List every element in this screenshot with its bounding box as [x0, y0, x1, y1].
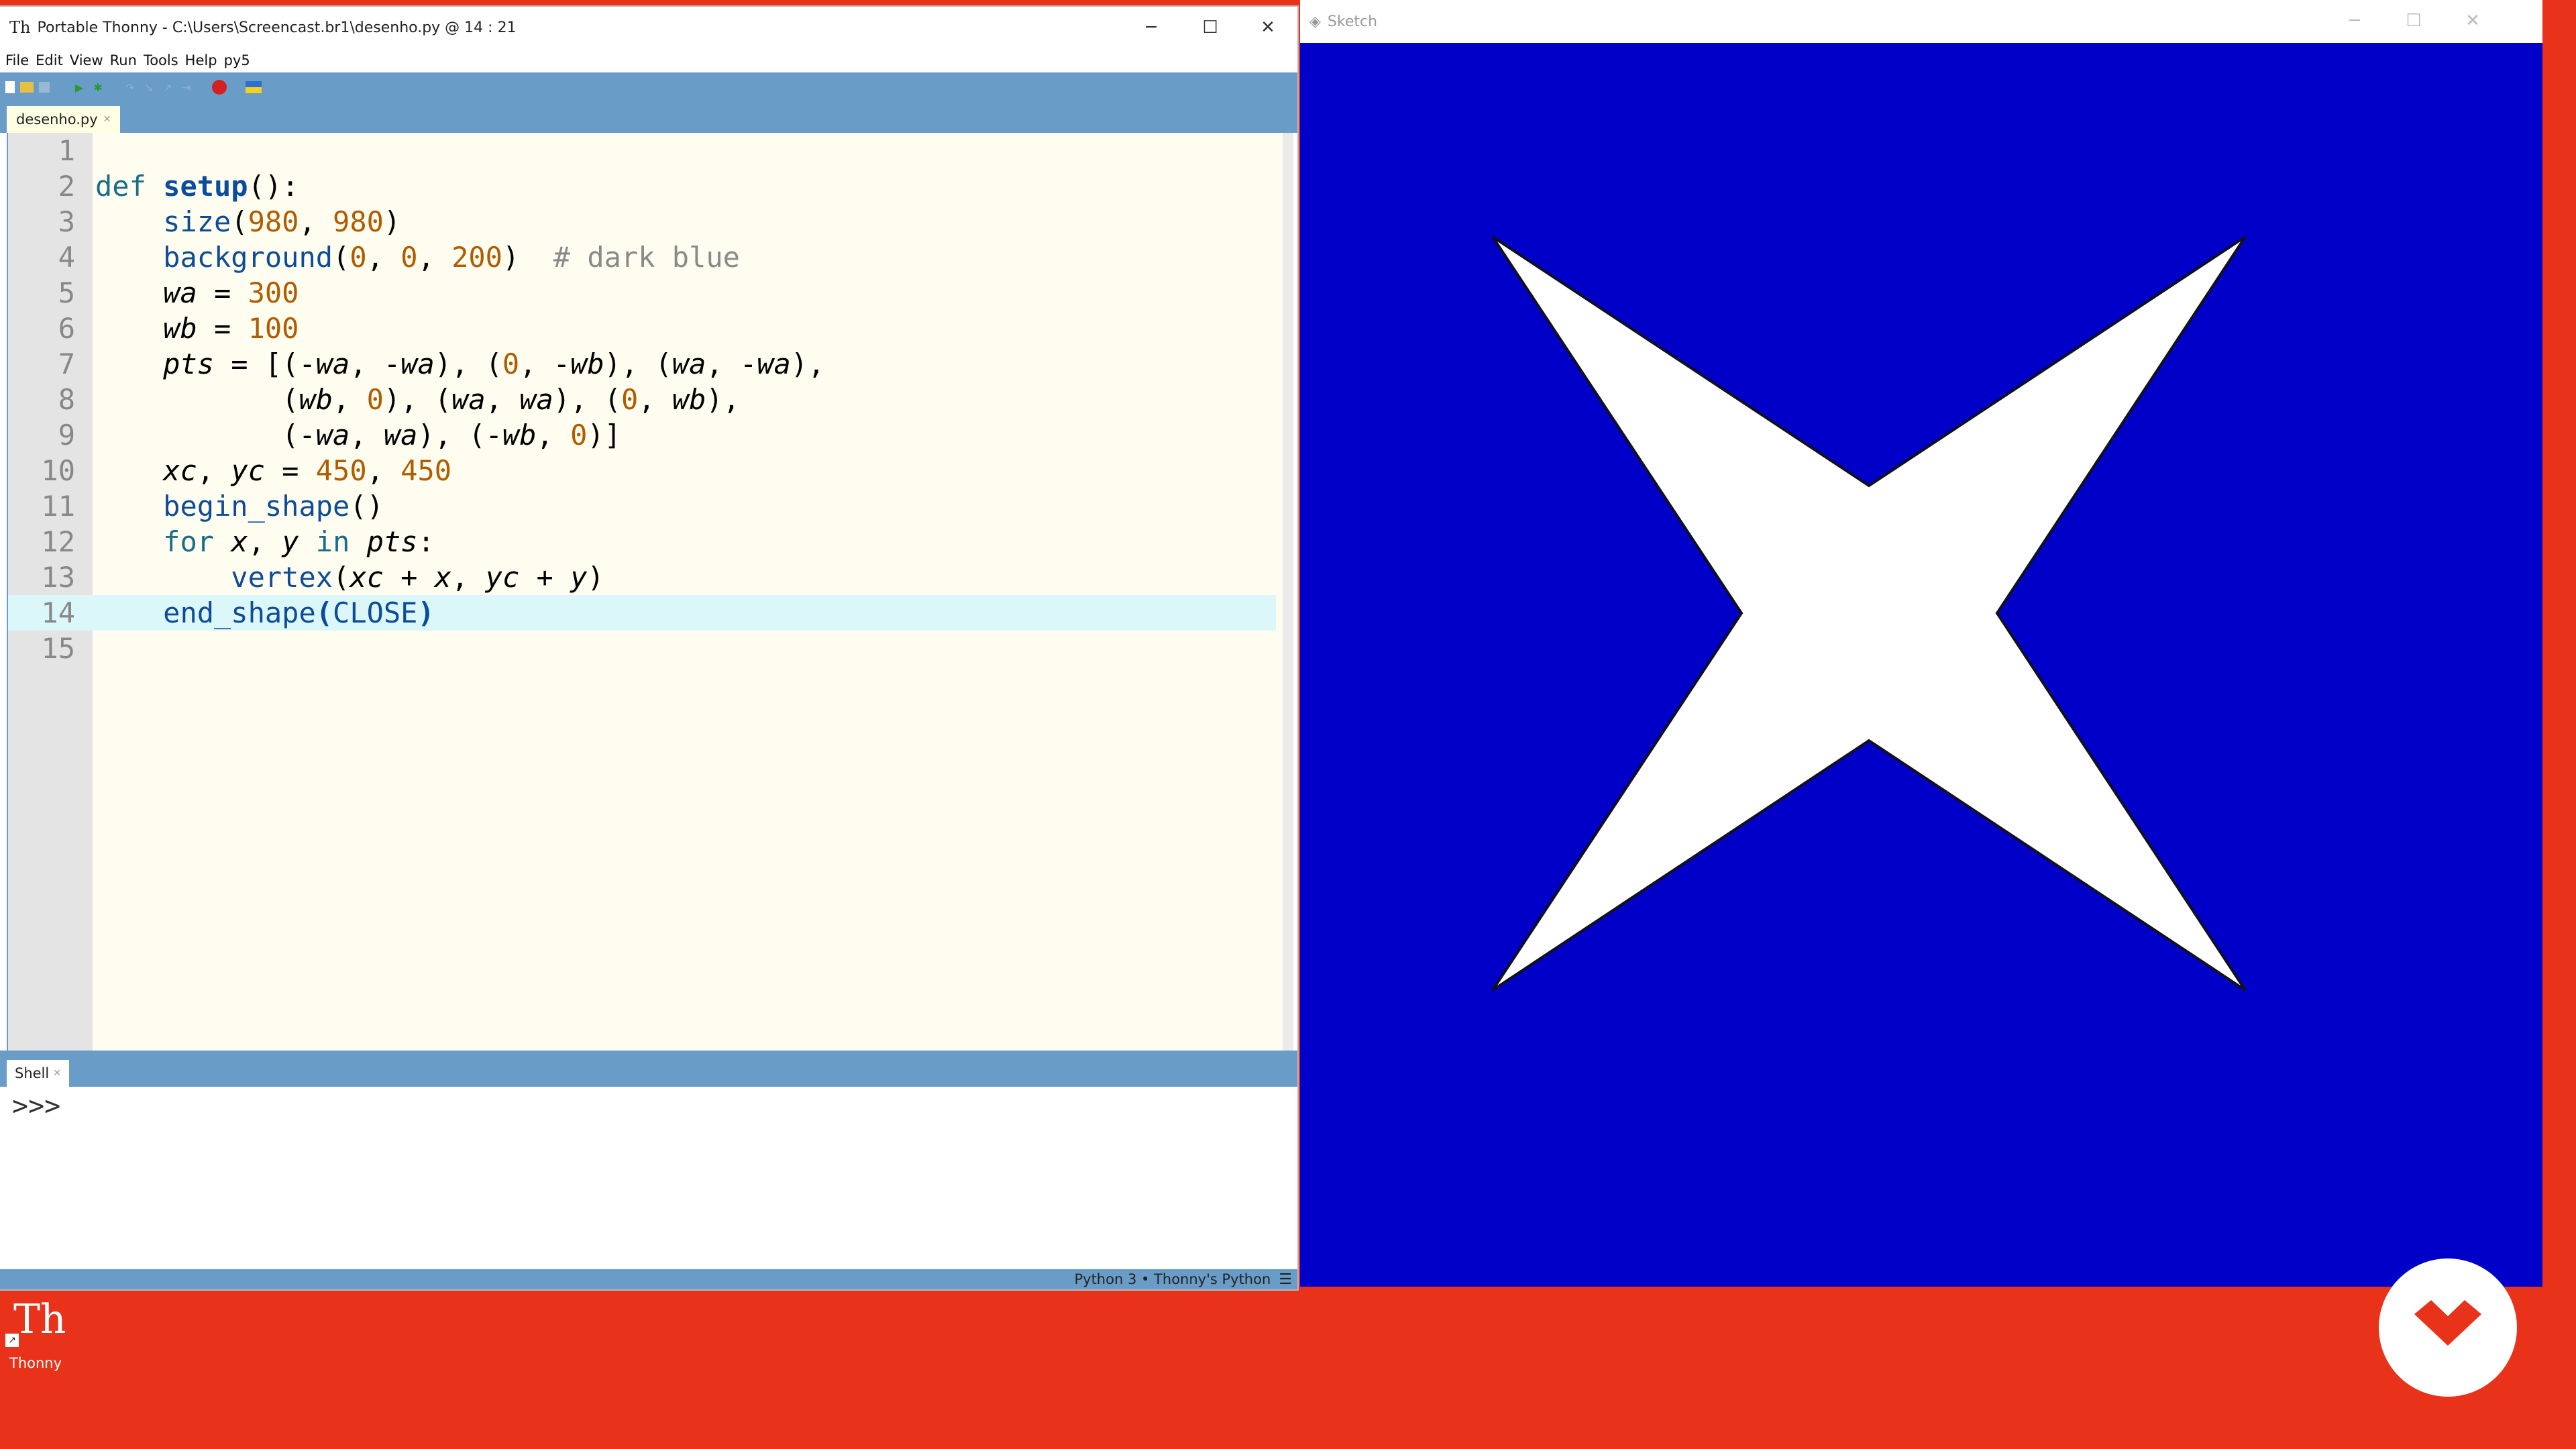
- sketch-app-icon: ◈: [1309, 13, 1321, 30]
- step-out-icon[interactable]: ↗: [161, 80, 174, 94]
- line-number: 9: [58, 419, 75, 451]
- menu-help[interactable]: Help: [185, 52, 217, 68]
- desktop-shortcut-thonny[interactable]: Th ↗ Thonny: [4, 1296, 68, 1377]
- sketch-title-bar[interactable]: ◈ Sketch ─ ☐ ✕: [1300, 0, 2542, 43]
- sketch-maximize-button[interactable]: ☐: [2384, 0, 2443, 42]
- line-number: 1: [58, 134, 75, 167]
- code-line[interactable]: 3 size(980, 980): [8, 204, 1276, 239]
- channel-logo: [2379, 1258, 2517, 1397]
- menu-run[interactable]: Run: [110, 52, 137, 68]
- line-number: 10: [41, 454, 75, 487]
- menu-py5[interactable]: py5: [224, 52, 250, 68]
- line-number: 11: [41, 490, 75, 523]
- menu-file[interactable]: File: [5, 52, 29, 68]
- shell-tab-label: Shell: [15, 1065, 50, 1081]
- code-line[interactable]: 5 wa = 300: [8, 275, 1276, 311]
- code-editor[interactable]: 1 2 def setup(): 3 size(980, 980) 4 back…: [7, 133, 1293, 1051]
- line-number: 14: [41, 596, 75, 629]
- line-number: 13: [41, 561, 75, 594]
- code-line[interactable]: 10 xc, yc = 450, 450: [8, 453, 1276, 488]
- line-number: 2: [58, 170, 75, 203]
- code-line[interactable]: 13 vertex(xc + x, yc + y): [8, 559, 1276, 595]
- window-title: Portable Thonny - C:\Users\Screencast.br…: [37, 19, 517, 36]
- line-number: 8: [58, 383, 75, 416]
- code-line[interactable]: 7 pts = [(-wa, -wa), (0, -wb), (wa, -wa)…: [8, 346, 1276, 382]
- code-line[interactable]: 2 def setup():: [8, 168, 1276, 204]
- sketch-title: Sketch: [1327, 13, 1378, 30]
- sketch-canvas[interactable]: [1300, 43, 2542, 1287]
- step-into-icon[interactable]: ↘: [142, 80, 156, 94]
- shell-prompt: >>>: [12, 1091, 61, 1122]
- code-line[interactable]: 4 background(0, 0, 200) # dark blue: [8, 239, 1276, 275]
- line-number: 3: [58, 205, 75, 238]
- code-line[interactable]: 12 for x, y in pts:: [8, 524, 1276, 559]
- thonny-window: Th Portable Thonny - C:\Users\Screencast…: [0, 7, 1297, 1289]
- code-line[interactable]: 15: [8, 631, 1276, 666]
- heart-logo-icon: [2414, 1300, 2481, 1346]
- code-line[interactable]: 8 (wb, 0), (wa, wa), (0, wb),: [8, 382, 1276, 417]
- maximize-button[interactable]: ☐: [1181, 7, 1240, 48]
- menu-tools[interactable]: Tools: [144, 52, 178, 68]
- thonny-desktop-icon: Th: [13, 1296, 66, 1343]
- line-number: 6: [58, 312, 75, 345]
- minimize-button[interactable]: ─: [1122, 7, 1181, 48]
- code-line[interactable]: 1: [8, 133, 1276, 168]
- status-bar: Python 3 • Thonny's Python ☰: [0, 1269, 1297, 1289]
- debug-icon[interactable]: ✱: [91, 80, 105, 94]
- tab-label: desenho.py: [16, 111, 98, 127]
- editor-tabs: desenho.py ✕: [0, 102, 1297, 133]
- desktop-icon-label: Thonny: [9, 1355, 62, 1371]
- stop-icon[interactable]: [212, 80, 227, 95]
- line-number: 7: [58, 347, 75, 380]
- sketch-window: ◈ Sketch ─ ☐ ✕: [1300, 0, 2542, 1287]
- tab-close-icon[interactable]: ✕: [103, 114, 111, 125]
- shell-panel[interactable]: >>>: [7, 1087, 1292, 1269]
- shell-tabs: Shell ✕: [0, 1051, 1297, 1087]
- menu-icon[interactable]: ☰: [1279, 1271, 1292, 1288]
- menu-view[interactable]: View: [70, 52, 103, 68]
- run-icon[interactable]: ▶: [72, 80, 86, 94]
- menu-bar: File Edit View Run Tools Help py5: [0, 48, 1297, 72]
- editor-scrollbar[interactable]: [1283, 133, 1293, 1051]
- code-line[interactable]: 11 begin_shape(): [8, 488, 1276, 524]
- line-number: 12: [41, 525, 75, 558]
- tab-desenho[interactable]: desenho.py ✕: [7, 106, 121, 133]
- code-line[interactable]: 6 wb = 100: [8, 311, 1276, 346]
- line-number: 15: [41, 632, 75, 665]
- interpreter-status[interactable]: Python 3 • Thonny's Python: [1074, 1271, 1271, 1287]
- sketch-minimize-button[interactable]: ─: [2325, 0, 2384, 42]
- code-line[interactable]: 9 (-wa, wa), (-wb, 0)]: [8, 417, 1276, 453]
- step-over-icon[interactable]: ↷: [123, 80, 137, 94]
- save-file-icon[interactable]: [39, 82, 50, 93]
- line-number: 4: [58, 241, 75, 274]
- code-line-current[interactable]: 14 end_shape(CLOSE): [8, 595, 1276, 631]
- close-button[interactable]: ✕: [1238, 7, 1297, 48]
- menu-edit[interactable]: Edit: [36, 52, 63, 68]
- sketch-close-button[interactable]: ✕: [2443, 0, 2502, 42]
- open-file-icon[interactable]: [20, 82, 34, 93]
- thonny-app-icon: Th: [9, 18, 31, 37]
- new-file-icon[interactable]: [5, 81, 15, 93]
- resume-icon[interactable]: ⇥: [180, 80, 193, 94]
- title-bar[interactable]: Th Portable Thonny - C:\Users\Screencast…: [0, 7, 1297, 48]
- ukraine-flag-icon[interactable]: [246, 81, 262, 93]
- tab-shell[interactable]: Shell ✕: [7, 1060, 69, 1087]
- shortcut-arrow-icon: ↗: [5, 1334, 19, 1347]
- shell-tab-close-icon[interactable]: ✕: [53, 1068, 61, 1079]
- line-number: 5: [58, 276, 75, 309]
- toolbar: ▶ ✱ ↷ ↘ ↗ ⇥: [0, 72, 1297, 102]
